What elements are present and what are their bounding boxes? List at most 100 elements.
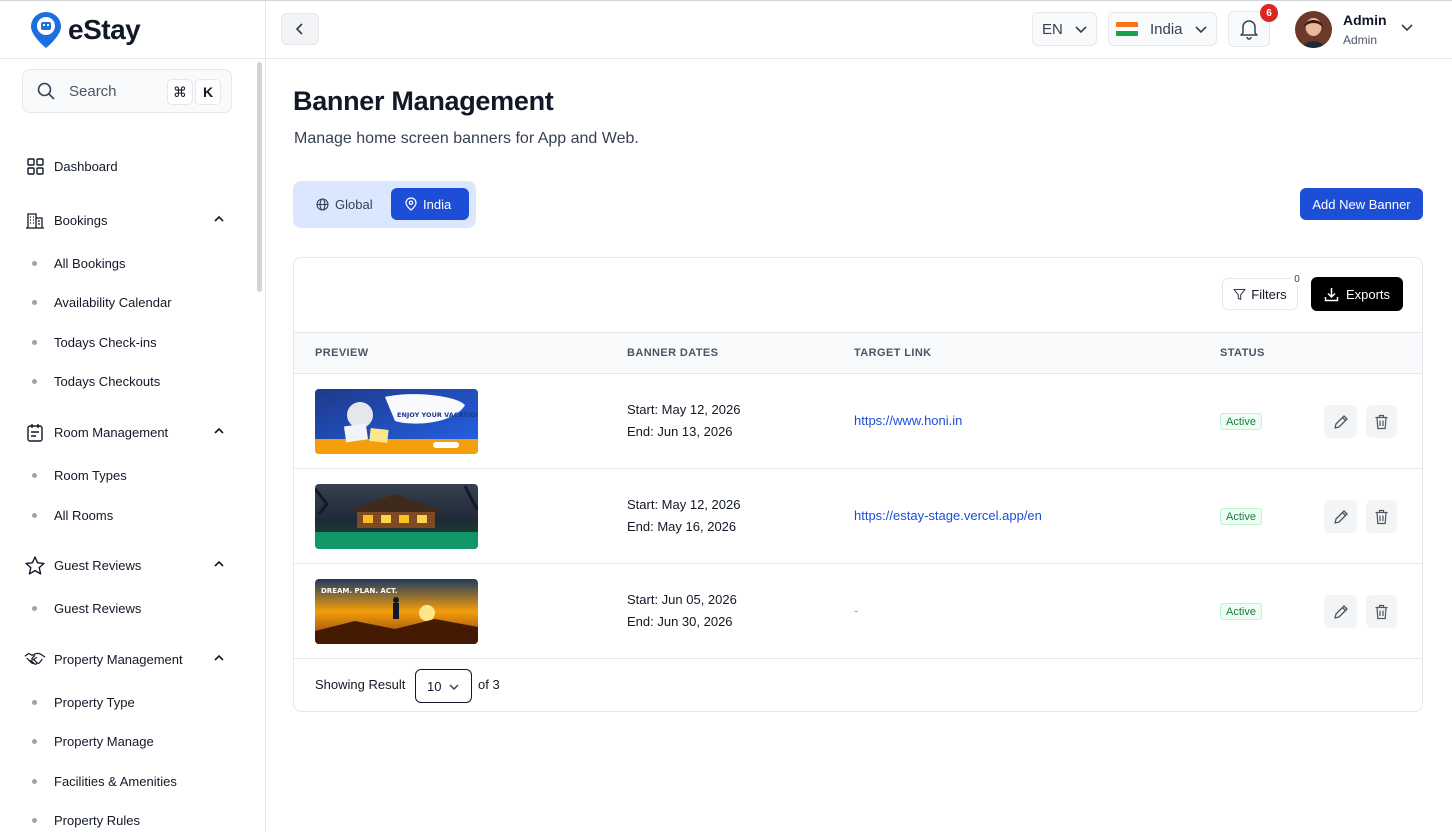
pencil-icon <box>1333 414 1348 429</box>
banner-preview-image[interactable] <box>315 484 478 549</box>
globe-icon <box>316 197 329 211</box>
sidebar-item-label: Bookings <box>54 212 108 228</box>
sidebar-subitem-label: Property Rules <box>54 812 140 828</box>
sidebar-item-guest-reviews[interactable]: Guest Reviews <box>24 551 234 579</box>
column-header-status: STATUS <box>1220 347 1265 359</box>
chevron-up-icon <box>214 654 224 661</box>
target-link[interactable]: https://estay-stage.vercel.app/en <box>854 508 1042 523</box>
banner-end-date: End: May 16, 2026 <box>627 519 737 534</box>
status-badge: Active <box>1220 603 1262 620</box>
sidebar-item-label: Dashboard <box>54 158 118 174</box>
clipboard-icon <box>24 421 46 443</box>
banner-start-date: Start: May 12, 2026 <box>627 402 741 417</box>
sidebar-subitem-todays-checkins[interactable]: Todays Check-ins <box>32 330 232 354</box>
sidebar-item-property-management[interactable]: Property Management <box>24 645 234 673</box>
banner-thumb-text: ENJOY YOUR VACATIONS <box>397 411 478 419</box>
sidebar-subitem-guest-reviews[interactable]: Guest Reviews <box>32 596 232 620</box>
edit-button[interactable] <box>1324 595 1357 628</box>
sidebar-subitem-label: All Rooms <box>54 507 114 523</box>
delete-button[interactable] <box>1366 595 1397 628</box>
sidebar-subitem-label: Property Manage <box>54 733 154 749</box>
sidebar-subitem-property-manage[interactable]: Property Manage <box>32 729 232 753</box>
bell-icon <box>1240 20 1258 40</box>
bullet-dot <box>32 260 37 266</box>
banner-preview-image[interactable]: DREAM. PLAN. ACT. <box>315 579 478 644</box>
sidebar-scrollbar[interactable] <box>257 62 262 292</box>
top-header: EN India 6 Admin Admin <box>266 0 1452 59</box>
bullet-dot <box>32 512 37 518</box>
sidebar-subitem-availability-calendar[interactable]: Availability Calendar <box>32 290 232 314</box>
target-link[interactable]: https://www.honi.in <box>854 413 962 428</box>
pagination-total: of 3 <box>478 677 500 692</box>
back-button[interactable] <box>281 13 319 45</box>
page-subtitle: Manage home screen banners for App and W… <box>294 130 639 147</box>
grid-icon <box>24 155 46 177</box>
notification-count-badge: 6 <box>1260 4 1278 22</box>
sidebar-item-bookings[interactable]: Bookings <box>24 206 234 234</box>
banners-table-card: Filters 0 Exports PREVIEW BANNER DATES T… <box>293 257 1423 712</box>
sidebar-subitem-property-rules[interactable]: Property Rules <box>32 808 232 832</box>
sidebar-subitem-all-rooms[interactable]: All Rooms <box>32 503 232 527</box>
sidebar-subitem-label: Todays Checkouts <box>54 373 161 389</box>
sidebar-subitem-label: Guest Reviews <box>54 600 142 616</box>
bullet-dot <box>32 699 37 705</box>
tab-india[interactable]: India <box>391 188 469 220</box>
filter-count-badge: 0 <box>1290 272 1304 286</box>
search-icon <box>37 82 55 100</box>
sidebar-item-dashboard[interactable]: Dashboard <box>24 152 234 180</box>
banner-start-date: Start: Jun 05, 2026 <box>627 592 737 607</box>
shortcut-cmd-key: ⌘ <box>167 79 193 105</box>
filters-button[interactable]: Filters <box>1222 278 1298 310</box>
bullet-dot <box>32 605 37 611</box>
add-new-banner-button[interactable]: Add New Banner <box>1300 188 1423 220</box>
sidebar-subitem-property-type[interactable]: Property Type <box>32 690 232 714</box>
chevron-down-icon <box>1195 26 1207 34</box>
india-flag-icon <box>1116 22 1138 36</box>
status-badge: Active <box>1220 508 1262 525</box>
pencil-icon <box>1333 604 1348 619</box>
user-role: Admin <box>1343 33 1378 47</box>
brand-logo[interactable]: eStay <box>30 10 141 50</box>
delete-button[interactable] <box>1366 405 1397 438</box>
bullet-dot <box>32 817 37 823</box>
sidebar-subitem-all-bookings[interactable]: All Bookings <box>32 251 232 275</box>
country-select[interactable]: India <box>1108 12 1217 46</box>
table-row: ENJOY YOUR VACATIONS Start: May 12, 2026… <box>294 374 1422 469</box>
filter-icon <box>1233 288 1246 300</box>
target-link: - <box>854 603 859 618</box>
table-row: Start: May 12, 2026 End: May 16, 2026 ht… <box>294 469 1422 564</box>
search-placeholder: Search <box>69 82 117 100</box>
column-header-target-link: TARGET LINK <box>854 347 932 359</box>
trash-icon <box>1375 509 1388 524</box>
banner-end-date: End: Jun 13, 2026 <box>627 424 733 439</box>
bullet-dot <box>32 738 37 744</box>
region-toggle: Global India <box>293 181 476 228</box>
bullet-dot <box>32 472 37 478</box>
exports-button[interactable]: Exports <box>1311 277 1403 311</box>
location-pin-logo-icon <box>31 12 61 48</box>
chevron-up-icon <box>214 215 224 222</box>
language-value: EN <box>1042 20 1063 38</box>
edit-button[interactable] <box>1324 500 1357 533</box>
chevron-down-icon[interactable] <box>1400 22 1414 34</box>
map-pin-icon <box>405 197 417 211</box>
table-row: DREAM. PLAN. ACT. Start: Jun 05, 2026 En… <box>294 564 1422 659</box>
tab-global[interactable]: Global <box>306 188 388 220</box>
sidebar-subitem-facilities-amenities[interactable]: Facilities & Amenities <box>32 769 232 793</box>
country-value: India <box>1150 20 1183 38</box>
delete-button[interactable] <box>1366 500 1397 533</box>
sidebar-item-room-management[interactable]: Room Management <box>24 418 234 446</box>
sidebar-subitem-room-types[interactable]: Room Types <box>32 463 232 487</box>
edit-button[interactable] <box>1324 405 1357 438</box>
page-size-select[interactable]: 10 <box>415 669 472 703</box>
sidebar-subitem-todays-checkouts[interactable]: Todays Checkouts <box>32 369 232 393</box>
chevron-up-icon <box>214 427 224 434</box>
avatar[interactable] <box>1295 11 1332 48</box>
search-input[interactable]: Search ⌘ K <box>22 69 232 113</box>
pencil-icon <box>1333 509 1348 524</box>
banner-start-date: Start: May 12, 2026 <box>627 497 741 512</box>
banner-preview-image[interactable]: ENJOY YOUR VACATIONS <box>315 389 478 454</box>
sidebar-item-label: Guest Reviews <box>54 557 142 573</box>
language-select[interactable]: EN <box>1032 12 1097 46</box>
filters-label: Filters <box>1251 286 1287 302</box>
